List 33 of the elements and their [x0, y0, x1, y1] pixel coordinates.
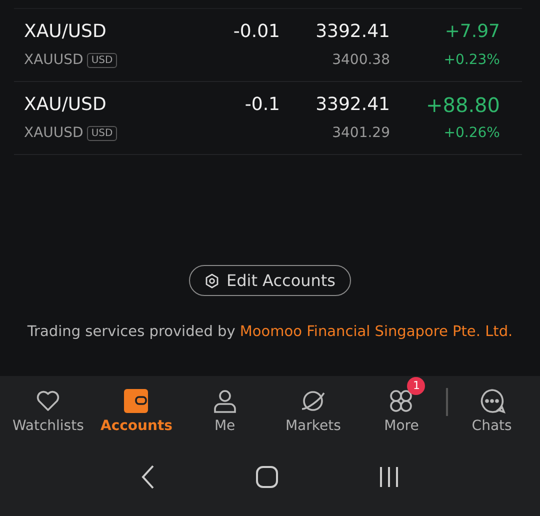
- home-icon[interactable]: [256, 466, 278, 488]
- pl-ratio-text: +0.26%: [444, 124, 500, 142]
- code-text: XAUUSD: [24, 51, 84, 69]
- symbol-text: XAU/USD: [24, 21, 106, 43]
- position-row[interactable]: XAU/USD XAUUSD USD -0.1 3392.41 3401.29 +88.80 +0.26%: [14, 82, 522, 155]
- tab[interactable]: Chats: [448, 376, 536, 434]
- tab[interactable]: Watchlists: [4, 376, 92, 434]
- wallet-icon: [122, 386, 150, 414]
- quantity-text: -0.1: [244, 94, 280, 116]
- cost-text: 3401.29: [332, 124, 390, 142]
- price-text: 3392.41: [316, 94, 390, 116]
- notification-badge: 1: [407, 376, 426, 394]
- symbol-text: XAU/USD: [24, 94, 106, 116]
- settings-icon: [204, 272, 220, 288]
- currency-tag: USD: [87, 126, 117, 140]
- pl-text: +88.80: [426, 94, 500, 116]
- currency-tag: USD: [87, 52, 117, 68]
- cost-text: 3400.38: [332, 51, 390, 69]
- quantity-text: -0.01: [233, 21, 280, 43]
- pl-ratio-text: +0.23%: [444, 51, 500, 69]
- recent-apps-icon[interactable]: [378, 466, 400, 488]
- tab[interactable]: Me: [180, 376, 269, 434]
- tab[interactable]: Markets: [268, 376, 358, 434]
- edit-accounts-button[interactable]: Edit Accounts: [189, 265, 350, 296]
- price-text: 3392.41: [316, 21, 390, 43]
- provider-note: Trading services provided by Moomoo Financial Singapore Pte. Ltd.: [26, 324, 514, 340]
- position-row[interactable]: XAU/USD XAUUSD USD -0.01 3392.41 3400.38 +7.97 +0.23%: [14, 9, 522, 82]
- back-icon[interactable]: [140, 464, 156, 490]
- code-text: XAUUSD: [24, 124, 84, 142]
- tab[interactable]: Accounts: [92, 376, 181, 434]
- provider-link[interactable]: Moomoo Financial Singapore Pte. Ltd.: [240, 324, 513, 340]
- pl-text: +7.97: [444, 21, 500, 43]
- tab[interactable]: More 1: [357, 376, 446, 434]
